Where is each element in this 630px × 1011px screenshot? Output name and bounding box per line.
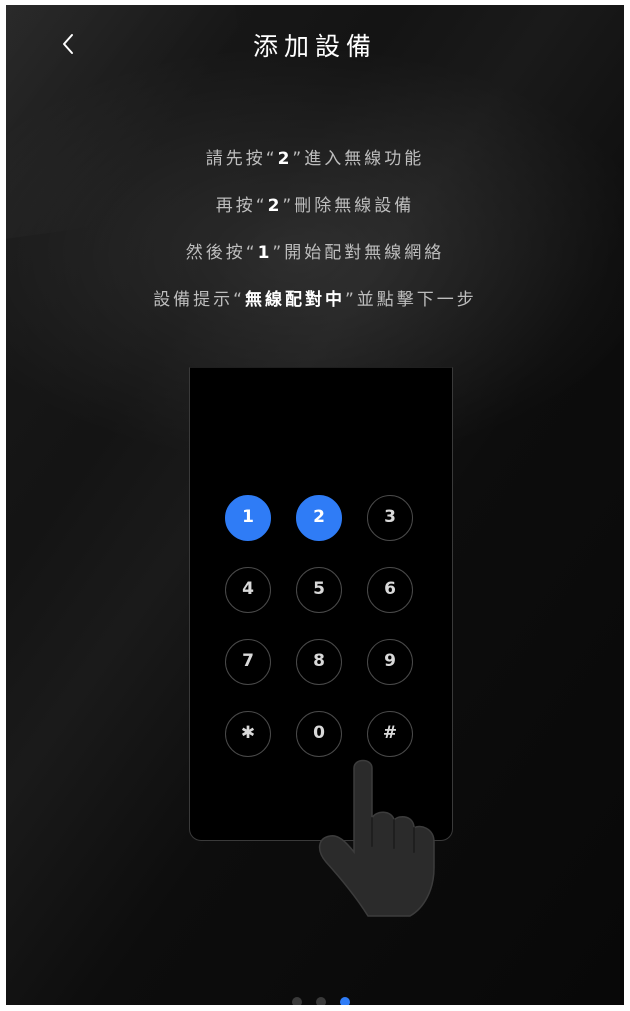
keypad-key: 2 xyxy=(296,495,342,541)
keypad-key: 6 xyxy=(367,567,413,613)
keypad-key: 9 xyxy=(367,639,413,685)
instruction-line-3: 然後按“1”開始配對無線網絡 xyxy=(6,239,624,286)
instruction-line-2: 再按“2”刪除無線設備 xyxy=(6,192,624,239)
keypad-key-hash: # xyxy=(367,711,413,757)
keypad-key: 1 xyxy=(225,495,271,541)
instruction-highlight: 2 xyxy=(267,196,283,216)
screen: 添加設備 請先按“2”進入無線功能 再按“2”刪除無線設備 然後按“1”開始配對… xyxy=(6,5,624,1005)
instruction-text: ”刪除無線設備 xyxy=(282,196,415,216)
instruction-text: 設備提示“ xyxy=(153,290,245,310)
page-indicator xyxy=(284,997,354,1005)
keypad-key: 7 xyxy=(225,639,271,685)
instruction-text: ”開始配對無線網絡 xyxy=(272,243,445,263)
page-dot xyxy=(292,997,302,1005)
keypad-key: 5 xyxy=(296,567,342,613)
keypad-key: 3 xyxy=(367,495,413,541)
instruction-highlight: 2 xyxy=(277,149,293,169)
keypad-key: 4 xyxy=(225,567,271,613)
page-dot-active xyxy=(340,997,350,1005)
keypad-key: 8 xyxy=(296,639,342,685)
keypad: 1 2 3 4 5 6 7 8 9 ✱ 0 # xyxy=(225,495,419,759)
instruction-highlight: 無線配對中 xyxy=(245,290,345,310)
instruction-text: ”並點擊下一步 xyxy=(345,290,477,310)
instruction-text: 再按“ xyxy=(215,196,268,216)
keypad-device-illustration: 1 2 3 4 5 6 7 8 9 ✱ 0 # xyxy=(189,367,453,841)
instruction-line-1: 請先按“2”進入無線功能 xyxy=(6,145,624,192)
header: 添加設備 xyxy=(6,5,624,85)
instruction-text: ”進入無線功能 xyxy=(292,149,425,169)
page-dot xyxy=(316,997,326,1005)
keypad-key: 0 xyxy=(296,711,342,757)
keypad-key-star: ✱ xyxy=(225,711,271,757)
instruction-text: 然後按“ xyxy=(185,243,258,263)
instruction-text: 請先按“ xyxy=(205,149,278,169)
instructions: 請先按“2”進入無線功能 再按“2”刪除無線設備 然後按“1”開始配對無線網絡 … xyxy=(6,145,624,333)
instruction-highlight: 1 xyxy=(257,243,273,263)
page-title: 添加設備 xyxy=(252,32,377,61)
instruction-line-4: 設備提示“無線配對中”並點擊下一步 xyxy=(6,286,624,333)
